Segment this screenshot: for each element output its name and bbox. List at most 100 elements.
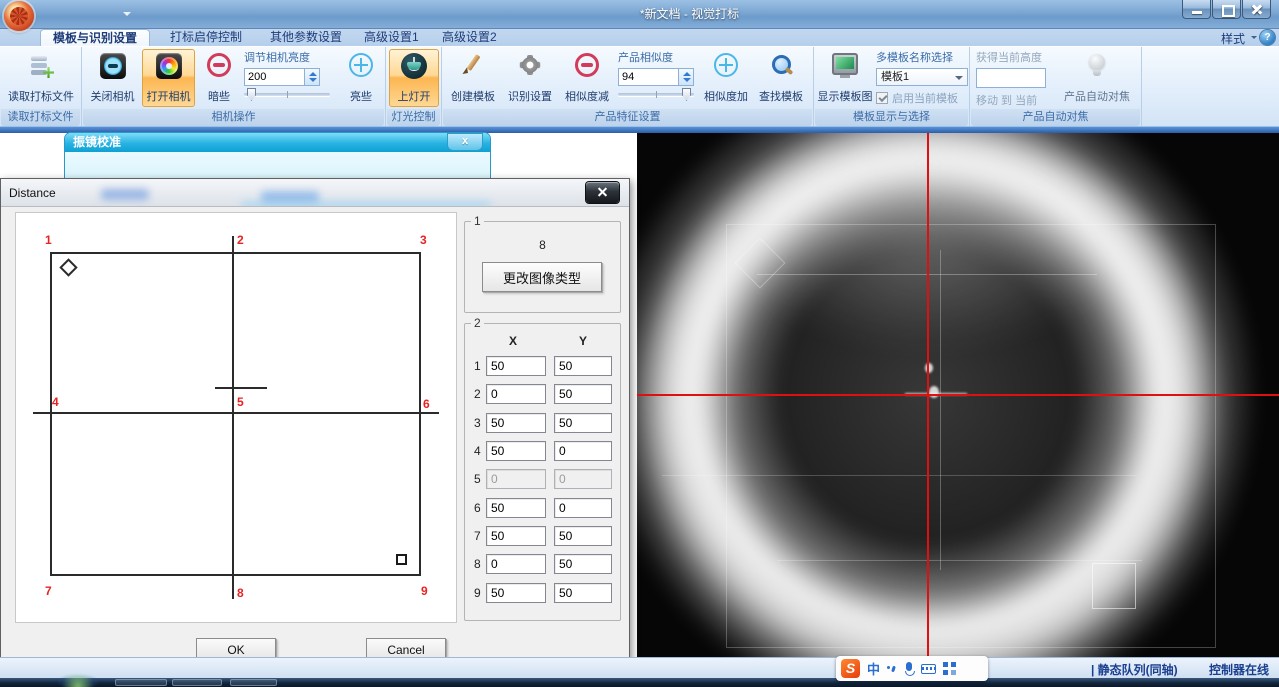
window-title: *新文档 - 视觉打标 [400, 5, 979, 22]
brightness-input[interactable] [244, 68, 304, 86]
y4-input[interactable] [554, 441, 612, 461]
quick-access-dropdown-icon[interactable] [122, 9, 132, 17]
template-select-panel: 多模板名称选择 模板1 启用当前模板 [876, 49, 968, 109]
tab-mark-start-stop[interactable]: 打标启停控制 [158, 29, 254, 46]
x3-input[interactable] [486, 413, 546, 433]
groupbox-label: 2 [471, 316, 484, 330]
taskbar-button[interactable] [115, 679, 167, 686]
similarity-input[interactable] [618, 68, 678, 86]
height-panel: 获得当前高度 移动 到 当前 [976, 49, 1052, 109]
y1-input[interactable] [554, 356, 612, 376]
coord-row-8: 8 [465, 554, 620, 574]
x9-input[interactable] [486, 583, 546, 603]
camera-view[interactable] [637, 133, 1279, 657]
y2-input[interactable] [554, 384, 612, 404]
close-camera-button[interactable]: 关闭相机 [86, 49, 139, 107]
style-menu[interactable]: 样式 [1221, 30, 1245, 47]
image-type-groupbox: 1 8 更改图像类型 [464, 221, 621, 313]
x7-input[interactable] [486, 526, 546, 546]
keyboard-icon[interactable] [921, 664, 936, 674]
start-orb-icon[interactable] [58, 675, 98, 687]
x2-input[interactable] [486, 384, 546, 404]
coord-row-6: 6 [465, 498, 620, 518]
grid-point-label: 8 [237, 586, 244, 600]
ime-toolbox-icon[interactable] [943, 662, 956, 675]
taskbar[interactable] [0, 678, 1279, 687]
ribbon-group-read-file: 读取打标文件 读取打标文件 [0, 47, 82, 127]
tab-template-recognition[interactable]: 模板与识别设置 [40, 29, 150, 46]
galvo-close-button[interactable]: x [448, 134, 482, 150]
sogou-logo-icon[interactable]: S [841, 659, 860, 678]
magnifier-icon [768, 53, 794, 79]
y3-input[interactable] [554, 413, 612, 433]
x4-input[interactable] [486, 441, 546, 461]
find-template-button[interactable]: 查找模板 [753, 49, 809, 107]
distance-close-button[interactable] [586, 182, 619, 203]
recognition-settings-button[interactable]: 识别设置 [503, 49, 557, 107]
close-button[interactable] [1242, 0, 1271, 19]
read-mark-file-button[interactable]: 读取打标文件 [2, 49, 80, 107]
y5-input [554, 469, 612, 489]
ribbon-bottom-band [0, 126, 1279, 133]
status-bar: | 静态队列(同轴) 控制器在线 [0, 657, 1279, 678]
brightness-slider-thumb[interactable] [247, 88, 256, 101]
top-light-on-button[interactable]: 上灯开 [389, 49, 439, 107]
help-icon[interactable]: ? [1260, 30, 1275, 45]
ribbon-group-autofocus: 获得当前高度 移动 到 当前 产品自动对焦 产品自动对焦 [970, 47, 1142, 127]
show-template-image-button[interactable]: 显示模板图 [817, 49, 873, 107]
taskbar-button[interactable] [230, 679, 277, 686]
distance-dialog-titlebar[interactable]: Distance [1, 179, 629, 207]
checkbox-checked-icon[interactable] [876, 92, 888, 104]
taskbar-button[interactable] [172, 679, 222, 686]
brightness-spinner[interactable] [304, 68, 320, 86]
crosshair-horizontal [637, 394, 1279, 396]
tab-other-params[interactable]: 其他参数设置 [258, 29, 354, 46]
image-streak [777, 560, 1142, 561]
lamp-icon [401, 53, 427, 79]
y7-input[interactable] [554, 526, 612, 546]
similarity-minus-button[interactable]: 相似度减 [560, 49, 614, 107]
enable-template-checkbox-row[interactable]: 启用当前模板 [876, 90, 968, 106]
minus-circle-icon [207, 53, 231, 77]
similarity-plus-button[interactable]: 相似度加 [701, 49, 751, 107]
product-autofocus-button[interactable]: 产品自动对焦 [1056, 49, 1138, 107]
app-logo-icon[interactable] [4, 1, 34, 31]
plus-circle-icon [349, 53, 373, 77]
plus-circle-icon [714, 53, 738, 77]
title-bar: *新文档 - 视觉打标 [0, 0, 1279, 29]
template-select[interactable]: 模板1 [876, 68, 968, 86]
maximize-button[interactable] [1212, 0, 1241, 19]
calibration-grid-panel: 1 2 3 4 5 6 7 8 9 [15, 212, 457, 623]
current-height-input[interactable] [976, 68, 1046, 88]
y9-input[interactable] [554, 583, 612, 603]
bulb-icon [1084, 53, 1110, 79]
minimize-button[interactable] [1182, 0, 1211, 19]
read-file-icon [28, 53, 54, 79]
coord-row-5: 5 [465, 469, 620, 489]
change-image-type-button[interactable]: 更改图像类型 [482, 262, 602, 292]
grid-horizontal-line [33, 412, 439, 414]
image-streak [662, 475, 1137, 476]
ime-language-toggle[interactable]: 中 [867, 659, 880, 678]
y8-input[interactable] [554, 554, 612, 574]
open-camera-button[interactable]: 打开相机 [142, 49, 195, 107]
tab-advanced-2[interactable]: 高级设置2 [430, 29, 509, 46]
ime-punctuation-icon[interactable] [887, 663, 897, 675]
similarity-slider[interactable] [618, 93, 694, 96]
microphone-icon[interactable] [904, 662, 914, 676]
similarity-panel: 产品相似度 [618, 49, 700, 109]
x6-input[interactable] [486, 498, 546, 518]
brighter-button[interactable]: 亮些 [339, 49, 383, 107]
create-template-button[interactable]: 创建模板 [446, 49, 500, 107]
y6-input[interactable] [554, 498, 612, 518]
brightness-slider[interactable] [244, 93, 330, 96]
ime-toolbar[interactable]: S 中 [836, 656, 988, 681]
darker-button[interactable]: 暗些 [198, 49, 240, 107]
x8-input[interactable] [486, 554, 546, 574]
x1-input[interactable] [486, 356, 546, 376]
column-header-y: Y [579, 334, 587, 348]
similarity-spinner[interactable] [678, 68, 694, 86]
close-camera-icon [100, 53, 126, 79]
tab-advanced-1[interactable]: 高级设置1 [352, 29, 431, 46]
similarity-slider-thumb[interactable] [682, 88, 691, 101]
